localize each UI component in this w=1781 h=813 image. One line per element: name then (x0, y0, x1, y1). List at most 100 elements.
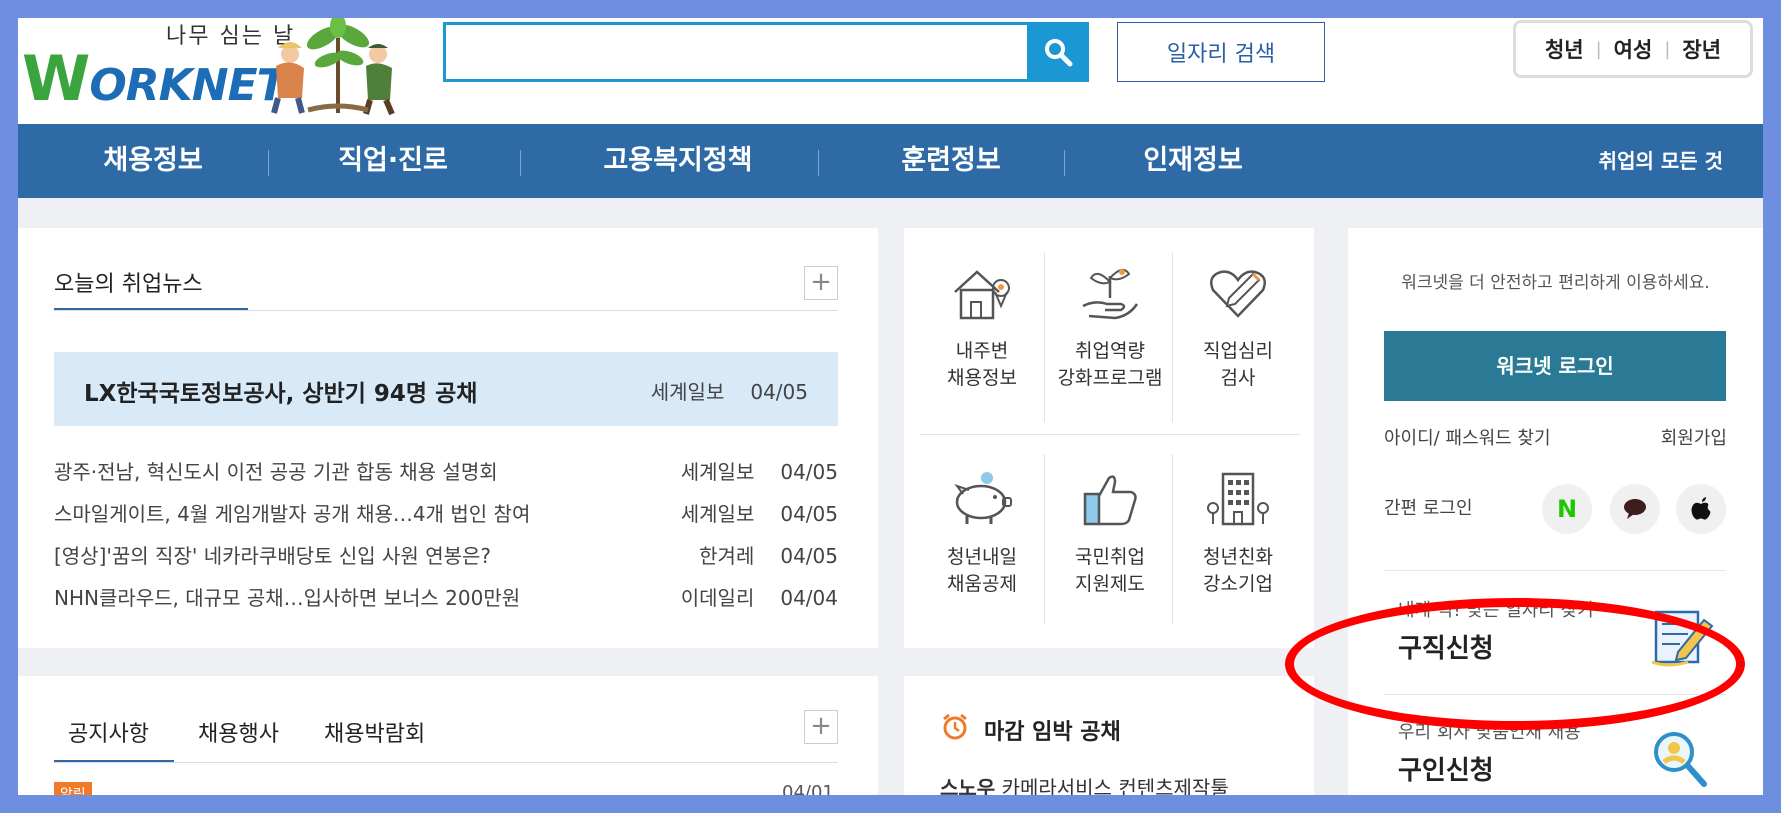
job-seek-title: 구직신청 (1398, 634, 1494, 664)
worknet-login-button[interactable]: 워크넷 로그인 (1384, 331, 1726, 401)
audience-separator: | (1595, 38, 1602, 60)
audience-women-link[interactable]: 여성 (1614, 34, 1653, 64)
audience-selector: 청년 | 여성 | 장년 (1513, 20, 1753, 78)
tab-notices[interactable]: 공지사항 (68, 716, 149, 748)
search-button[interactable] (1027, 22, 1089, 82)
section-divider (54, 310, 838, 311)
kakao-login-button[interactable] (1610, 484, 1660, 534)
deadline-item-title: 카메라서비스 컨텐츠제작툴 (1001, 776, 1229, 795)
news-list-item[interactable]: NHN클라우드, 대규모 공채…입사하면 보너스 200만원 이데일리 04/04 (54, 574, 838, 614)
piggy-bank-icon (954, 472, 1012, 524)
logo-letter-w: W (22, 42, 90, 115)
quick-menu-label: 취업역량 강화프로그램 (1057, 340, 1163, 389)
nav-item-talent[interactable]: 인재정보 (1098, 124, 1288, 198)
deadline-item[interactable]: 스노우 카메라서비스 컨텐츠제작툴 (940, 772, 1229, 795)
find-id-password-link[interactable]: 아이디/ 패스워드 찾기 (1384, 424, 1551, 450)
nav-divider (1064, 150, 1065, 176)
news-list-item[interactable]: 스마일게이트, 4월 게임개발자 공개 채용…4개 법인 참여 세계일보 04/0… (54, 490, 838, 530)
quick-menu-label: 내주변 채용정보 (947, 340, 1017, 389)
naver-login-button[interactable]: N (1542, 484, 1592, 534)
quick-menu-panel: 내주변 채용정보 취업역량 강화프로그램 직업심리 검사 청년내일 채움공제 국… (904, 228, 1314, 648)
tab-job-fairs[interactable]: 채용박람회 (324, 716, 425, 748)
news-item-source: 이데일리 (680, 586, 755, 610)
news-item-date: 04/05 (780, 460, 838, 484)
search-icon (1045, 39, 1073, 67)
login-panel: 워크넷을 더 안전하고 편리하게 이용하세요. 워크넷 로그인 아이디/ 패스워… (1348, 228, 1763, 795)
quick-menu-label: 청년친화 강소기업 (1203, 546, 1273, 595)
quick-menu-label: 국민취업 지원제도 (1075, 546, 1145, 595)
news-item-date: 04/04 (780, 586, 838, 610)
section-divider (54, 762, 838, 763)
headline-source-name: 세계일보 (650, 380, 725, 404)
news-item-source: 세계일보 (680, 460, 755, 484)
news-list-item[interactable]: 광주·전남, 혁신도시 이전 공공 기관 합동 채용 설명회 세계일보 04/05 (54, 448, 838, 488)
tab-job-events[interactable]: 채용행사 (198, 716, 279, 748)
quick-menu-youth-savings[interactable]: 청년내일 채움공제 (920, 464, 1044, 598)
quick-menu-nearby-jobs[interactable]: 내주변 채용정보 (920, 258, 1044, 392)
header: 나무 심는 날 WORKNET 일자리 검색 청년 | 여성 | 장년 (18, 18, 1763, 124)
news-item-date: 04/05 (780, 544, 838, 568)
news-panel: 오늘의 취업뉴스 + LX한국국토정보공사, 상반기 94명 공채 세계일보 04… (18, 228, 878, 648)
nav-divider (818, 150, 819, 176)
recruit-apply-link[interactable]: 우리 회사 맞춤인재 채용 구인신청 (1398, 718, 1581, 787)
quick-menu-capacity-program[interactable]: 취업역량 강화프로그램 (1048, 258, 1172, 392)
section-divider (1384, 694, 1726, 695)
news-list-item[interactable]: [영상]'꿈의 직장' 네카라쿠배당토 신입 사원 연봉은? 한겨레 04/05 (54, 532, 838, 572)
quick-menu-youth-friendly-companies[interactable]: 청년친화 강소기업 (1176, 464, 1300, 598)
login-message: 워크넷을 더 안전하고 편리하게 이용하세요. (1401, 273, 1710, 293)
recruit-title: 구인신청 (1398, 756, 1494, 786)
news-more-button[interactable]: + (804, 266, 838, 300)
building-icon (1207, 472, 1269, 526)
deadline-title: 마감 임박 공채 (984, 720, 1121, 745)
nav-item-jobs[interactable]: 채용정보 (68, 124, 238, 198)
naver-icon: N (1556, 495, 1578, 523)
news-item-source: 한겨레 (699, 544, 755, 568)
news-title[interactable]: 오늘의 취업뉴스 (54, 266, 203, 298)
nav-divider (520, 150, 521, 176)
deadline-company: 스노우 (940, 776, 996, 795)
quick-menu-national-employment[interactable]: 국민취업 지원제도 (1048, 464, 1172, 598)
grid-line (1044, 454, 1045, 624)
recruit-subtitle: 우리 회사 맞춤인재 채용 (1398, 722, 1581, 743)
tree-planting-illustration-icon (271, 18, 395, 116)
audience-youth-link[interactable]: 청년 (1545, 34, 1584, 64)
news-item-source: 세계일보 (680, 502, 755, 526)
notice-badge: 알림 (54, 782, 92, 795)
logo-wordmark: WORKNET (22, 42, 287, 115)
grid-line (1172, 454, 1173, 624)
heart-pen-icon (1210, 270, 1266, 318)
worknet-logo[interactable]: 나무 심는 날 WORKNET (18, 18, 408, 124)
thumbs-up-icon (1083, 475, 1137, 526)
news-item-meta: 세계일보 04/05 (681, 456, 838, 485)
quick-menu-label: 직업심리 검사 (1203, 340, 1273, 389)
headline-title: LX한국국토정보공사, 상반기 94명 공채 (84, 381, 478, 407)
quick-menu-psych-test[interactable]: 직업심리 검사 (1176, 258, 1300, 392)
nav-item-welfare-policy[interactable]: 고용복지정책 (558, 124, 798, 198)
logo-letters-rest: ORKNET (89, 60, 286, 111)
grid-line (1044, 252, 1045, 422)
news-item-title: 스마일게이트, 4월 게임개발자 공개 채용…4개 법인 참여 (54, 502, 531, 526)
audience-senior-link[interactable]: 장년 (1682, 34, 1721, 64)
apple-login-button[interactable] (1676, 484, 1726, 534)
audience-separator: | (1664, 38, 1671, 60)
kakao-speech-bubble-icon (1624, 499, 1646, 519)
notice-more-button[interactable]: + (804, 710, 838, 744)
headline-source: 세계일보 04/05 (651, 376, 808, 405)
nav-all-about-jobs[interactable]: 취업의 모든 것 (1599, 124, 1723, 198)
search-input[interactable] (446, 25, 1086, 79)
job-search-button[interactable]: 일자리 검색 (1117, 22, 1325, 82)
join-link[interactable]: 회원가입 (1661, 424, 1727, 450)
document-pen-icon (1651, 610, 1714, 667)
headline-news[interactable]: LX한국국토정보공사, 상반기 94명 공채 세계일보 04/05 (54, 352, 838, 426)
notice-date: 04/01 (782, 782, 834, 795)
nav-item-training[interactable]: 훈련정보 (856, 124, 1046, 198)
nav-divider (268, 150, 269, 176)
magnifier-person-icon (1654, 732, 1707, 787)
job-seek-apply-link[interactable]: 내게 딱! 맞는 일자리 찾기 구직신청 (1398, 596, 1594, 665)
news-item-meta: 한겨레 04/05 (699, 540, 838, 569)
news-item-title: [영상]'꿈의 직장' 네카라쿠배당토 신입 사원 연봉은? (54, 544, 492, 568)
news-item-title: 광주·전남, 혁신도시 이전 공공 기관 합동 채용 설명회 (54, 460, 498, 484)
news-item-title: NHN클라우드, 대규모 공채…입사하면 보너스 200만원 (54, 586, 521, 610)
notice-panel: 공지사항 채용행사 채용박람회 + 알림 04/01 (18, 676, 878, 795)
nav-item-career[interactable]: 직업·진로 (298, 124, 488, 198)
